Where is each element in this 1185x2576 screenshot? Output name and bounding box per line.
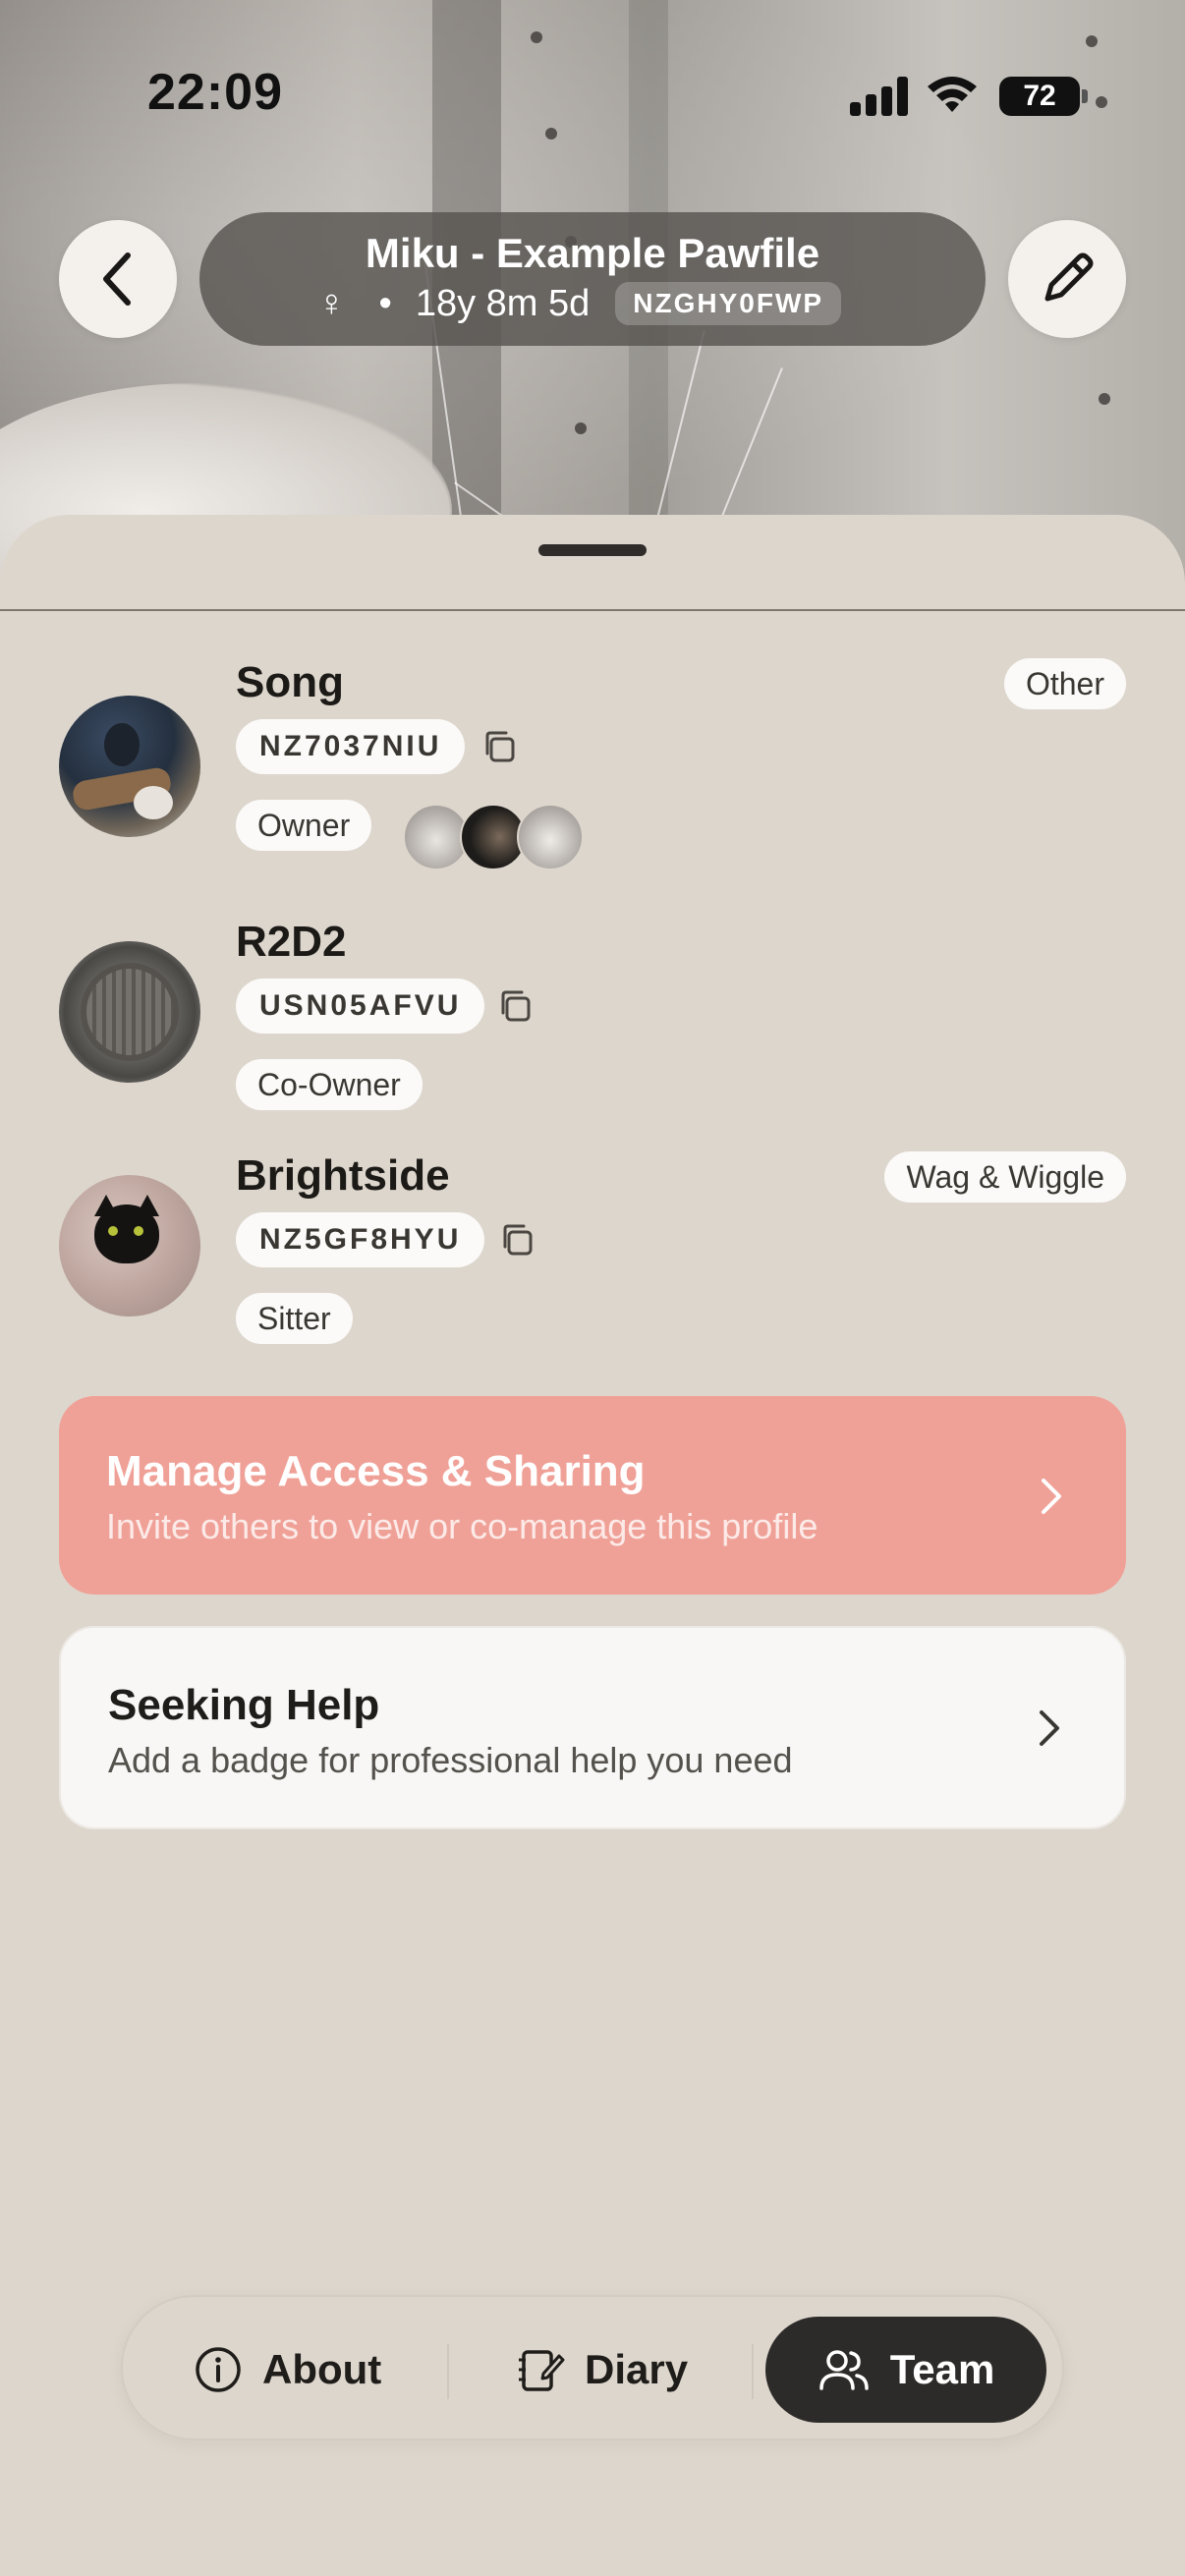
- member-role: Sitter: [236, 1293, 353, 1344]
- pet-age: 18y 8m 5d: [415, 282, 591, 324]
- avatar: [59, 696, 200, 837]
- tab-diary[interactable]: Diary: [514, 2317, 688, 2423]
- tab-team-label: Team: [889, 2346, 995, 2392]
- photo-dot: [531, 31, 542, 43]
- tab-team[interactable]: Team: [765, 2317, 1046, 2423]
- member-tag: Other: [1003, 658, 1126, 709]
- copy-icon[interactable]: [497, 1220, 536, 1260]
- member-name: Brightside: [236, 1151, 450, 1200]
- avatar: [59, 1175, 200, 1316]
- sheet-divider: [0, 609, 1185, 611]
- member-role: Owner: [236, 800, 372, 851]
- seeking-help-subtitle: Add a badge for professional help you ne…: [108, 1740, 793, 1780]
- tab-about-label: About: [262, 2346, 382, 2392]
- photo-dot: [1099, 393, 1110, 405]
- manage-access-title: Manage Access & Sharing: [106, 1447, 646, 1495]
- copy-icon[interactable]: [495, 986, 535, 1026]
- photo-dot: [545, 128, 557, 140]
- chevron-left-icon: [103, 252, 131, 306]
- back-button[interactable]: [59, 220, 177, 338]
- pencil-icon: [1044, 252, 1094, 302]
- member-name: Song: [236, 658, 344, 706]
- edit-button[interactable]: [1008, 220, 1126, 338]
- meta-separator: •: [378, 282, 392, 324]
- tab-separator: [752, 2344, 754, 2399]
- notebook-icon: [519, 2350, 565, 2391]
- status-time: 22:09: [147, 64, 283, 121]
- photo-dot: [1096, 96, 1107, 108]
- info-icon: [196, 2347, 241, 2392]
- pet-meta-row: ♀ • 18y 8m 5d NZGHY0FWP: [317, 279, 842, 328]
- tab-separator: [447, 2344, 449, 2399]
- pet-code-badge[interactable]: NZGHY0FWP: [615, 282, 842, 325]
- member-id: USN05AFVU: [236, 979, 485, 1034]
- photo-dot: [575, 422, 587, 434]
- member-name: R2D2: [236, 918, 347, 966]
- wifi-icon: [928, 77, 977, 112]
- sheet-grabber[interactable]: [538, 544, 647, 556]
- bottom-tab-bar: About Diary Team: [121, 2295, 1064, 2440]
- chevron-right-icon: [1042, 1479, 1061, 1514]
- manage-access-card[interactable]: Manage Access & Sharing Invite others to…: [59, 1396, 1126, 1595]
- member-role: Co-Owner: [236, 1059, 423, 1110]
- tab-diary-label: Diary: [585, 2346, 689, 2392]
- chevron-right-icon: [1040, 1710, 1059, 1746]
- seeking-help-card[interactable]: Seeking Help Add a badge for professiona…: [59, 1626, 1126, 1829]
- pet-title-pill: Miku - Example Pawfile ♀ • 18y 8m 5d NZG…: [199, 212, 986, 346]
- member-id: NZ5GF8HYU: [236, 1212, 485, 1267]
- users-icon: [818, 2350, 869, 2390]
- battery-indicator: 72: [999, 77, 1088, 116]
- tab-about[interactable]: About: [194, 2317, 381, 2423]
- battery-level: 72: [1023, 80, 1056, 112]
- avatar: [59, 941, 200, 1083]
- female-icon: ♀: [317, 282, 346, 324]
- pet-avatar: [517, 804, 584, 870]
- manage-access-subtitle: Invite others to view or co-manage this …: [106, 1506, 818, 1546]
- member-tag: Wag & Wiggle: [884, 1151, 1126, 1203]
- copy-icon[interactable]: [480, 727, 519, 766]
- signal-icon: [850, 77, 909, 116]
- seeking-help-title: Seeking Help: [108, 1681, 380, 1729]
- member-id: NZ7037NIU: [236, 719, 466, 774]
- photo-dot: [1086, 35, 1098, 47]
- pet-name-title: Miku - Example Pawfile: [365, 230, 820, 276]
